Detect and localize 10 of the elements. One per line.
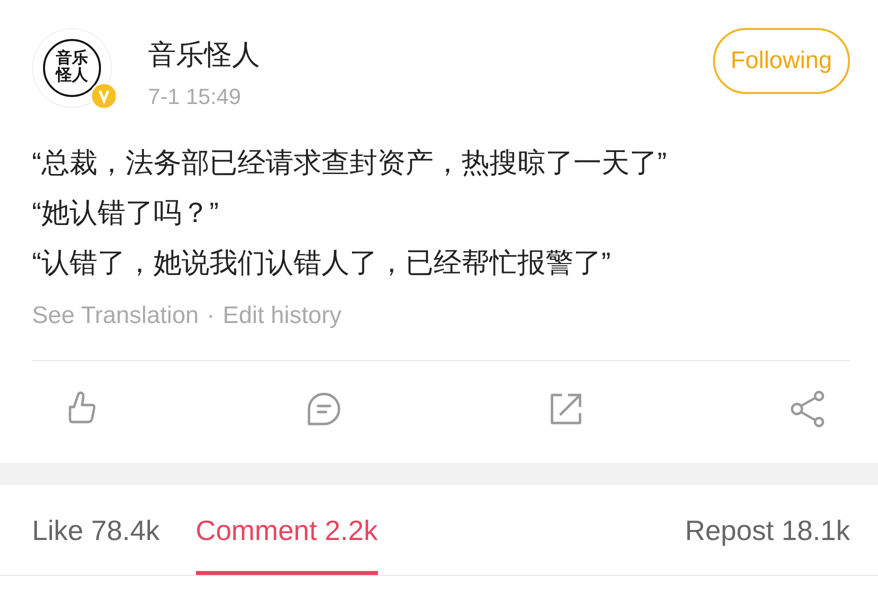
avatar[interactable]: 音乐怪人	[32, 28, 112, 108]
separator: ·	[206, 302, 215, 330]
tab[interactable]: Comment 2.2k	[196, 485, 378, 575]
post-text: “总裁，法务部已经请求查封资产，热搜晾了一天了”	[32, 146, 668, 180]
post-text: “认错了，她说我们认错人了，已经帮忙报警了”	[32, 246, 612, 280]
post-time: 7-1 15:49	[148, 84, 242, 110]
tab[interactable]: Repost 18.1k	[685, 485, 850, 575]
tab[interactable]: Like 78.4k	[32, 485, 160, 575]
post-text: “她认错了吗？”	[32, 196, 220, 230]
author-name[interactable]: 音乐怪人	[148, 36, 713, 74]
